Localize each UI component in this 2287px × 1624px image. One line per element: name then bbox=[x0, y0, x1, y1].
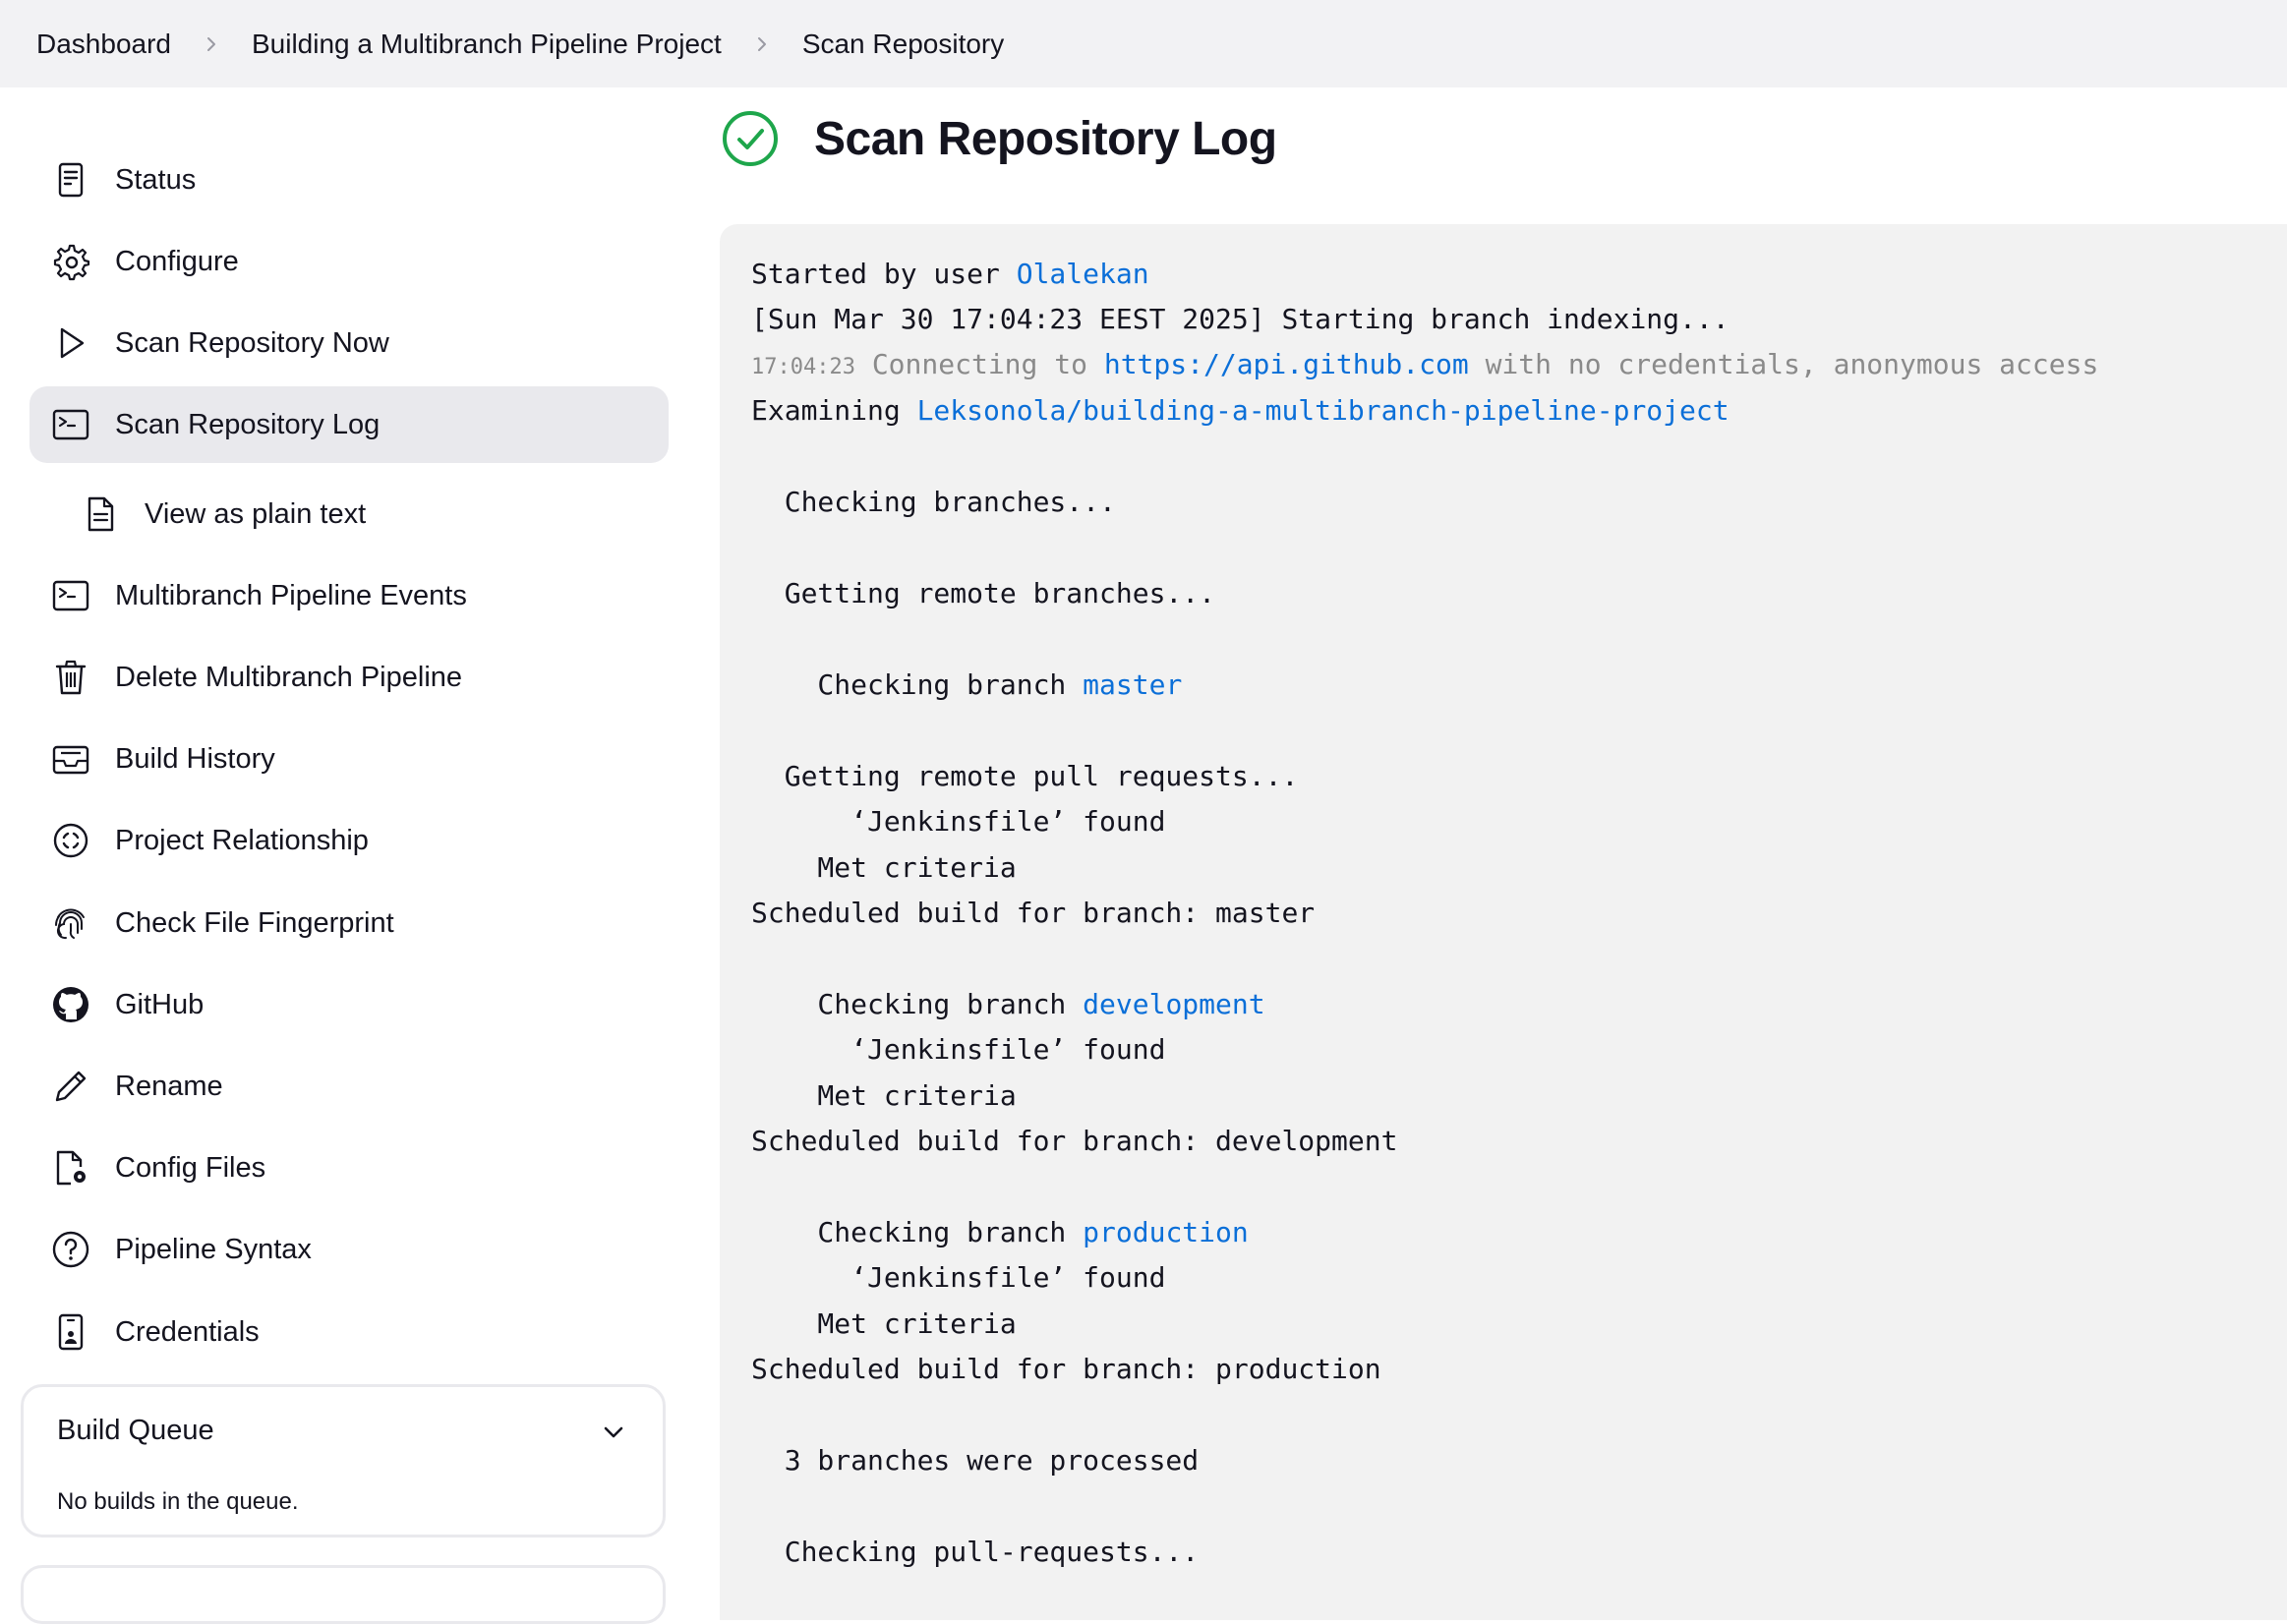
log-line: Scheduled build for branch: master bbox=[751, 897, 1316, 929]
sidebar-item-label: Pipeline Syntax bbox=[115, 1233, 312, 1265]
user-link[interactable]: Olalekan bbox=[1017, 258, 1149, 290]
trash-icon bbox=[51, 658, 90, 697]
terminal-icon bbox=[51, 576, 90, 615]
chevron-right-icon bbox=[197, 29, 226, 59]
sidebar-item-label: Scan Repository Log bbox=[115, 408, 381, 440]
log-text: Checking branch bbox=[751, 668, 1084, 701]
github-icon bbox=[51, 985, 90, 1024]
page-title: Scan Repository Log bbox=[814, 112, 1277, 165]
sidebar-item-check-file-fingerprint[interactable]: Check File Fingerprint bbox=[29, 885, 669, 961]
pencil-icon bbox=[51, 1067, 90, 1106]
sidebar-item-label: View as plain text bbox=[145, 497, 367, 530]
sidebar-item-github[interactable]: GitHub bbox=[29, 966, 669, 1043]
sidebar-item-label: Check File Fingerprint bbox=[115, 906, 394, 939]
log-text: with no credentials, anonymous access bbox=[1468, 348, 2099, 380]
log-line: Scheduled build for branch: production bbox=[751, 1353, 1381, 1385]
log-line: Checking pull-requests... bbox=[751, 1536, 1200, 1568]
branch-link-production[interactable]: production bbox=[1083, 1216, 1249, 1248]
sidebar-item-build-history[interactable]: Build History bbox=[29, 721, 669, 797]
build-queue-title: Build Queue bbox=[57, 1415, 214, 1446]
sidebar-item-scan-repository-log[interactable]: Scan Repository Log bbox=[29, 386, 669, 463]
branch-link-development[interactable]: development bbox=[1083, 988, 1264, 1020]
log-text: Checking branch bbox=[751, 988, 1084, 1020]
log-line: Met criteria bbox=[751, 1079, 1017, 1112]
log-line: 17:04:23 Connecting to https://api.githu… bbox=[751, 348, 2098, 384]
branch-link-master[interactable]: master bbox=[1083, 668, 1182, 701]
sidebar-item-label: Rename bbox=[115, 1070, 223, 1102]
sidebar-item-label: Configure bbox=[115, 245, 239, 277]
log-line: Met criteria bbox=[751, 851, 1017, 884]
sidebar-item-pipeline-syntax[interactable]: Pipeline Syntax bbox=[29, 1211, 669, 1288]
file-gear-icon bbox=[51, 1148, 90, 1188]
api-link[interactable]: https://api.github.com bbox=[1104, 348, 1469, 380]
sidebar-item-config-files[interactable]: Config Files bbox=[29, 1130, 669, 1206]
log-line: Examining Leksonola/building-a-multibran… bbox=[751, 394, 1730, 428]
log-line: Checking branch production bbox=[751, 1216, 1249, 1249]
log-line: [Sun Mar 30 17:04:23 EEST 2025] Starting… bbox=[751, 303, 1730, 335]
log-line: Checking branches... bbox=[751, 486, 1116, 518]
sidebar-item-label: Project Relationship bbox=[115, 824, 369, 856]
sidebar-item-label: Config Files bbox=[115, 1151, 266, 1184]
build-executor-card bbox=[21, 1565, 666, 1624]
sidebar-item-multibranch-pipeline-events[interactable]: Multibranch Pipeline Events bbox=[29, 557, 669, 634]
log-line: Getting remote branches... bbox=[751, 577, 1216, 609]
log-line: ‘Jenkinsfile’ found bbox=[751, 1261, 1166, 1294]
page-header: Scan Repository Log bbox=[721, 106, 1277, 171]
sidebar-item-view-plain-text[interactable]: View as plain text bbox=[29, 476, 669, 552]
help-circle-icon bbox=[51, 1230, 90, 1269]
breadcrumb-project[interactable]: Building a Multibranch Pipeline Project bbox=[252, 29, 722, 60]
sidebar-item-label: Credentials bbox=[115, 1315, 260, 1348]
log-line: Met criteria bbox=[751, 1307, 1017, 1340]
sidebar-item-label: Status bbox=[115, 163, 197, 196]
chevron-right-icon bbox=[747, 29, 777, 59]
log-line: 3 branches were processed bbox=[751, 1444, 1200, 1477]
sidebar-item-delete-multibranch-pipeline[interactable]: Delete Multibranch Pipeline bbox=[29, 639, 669, 716]
repository-link[interactable]: Leksonola/building-a-multibranch-pipelin… bbox=[917, 394, 1730, 427]
log-text: Started by user bbox=[751, 258, 1017, 290]
log-line: Checking branch master bbox=[751, 668, 1182, 702]
sidebar-item-scan-repository-now[interactable]: Scan Repository Now bbox=[29, 305, 669, 381]
build-queue-empty: No builds in the queue. bbox=[57, 1488, 299, 1515]
log-text: Checking branch bbox=[751, 1216, 1084, 1248]
log-text: Examining bbox=[751, 394, 917, 427]
breadcrumb-dashboard[interactable]: Dashboard bbox=[36, 29, 171, 60]
document-icon bbox=[51, 160, 90, 200]
gear-icon bbox=[51, 242, 90, 281]
log-timestamp: 17:04:23 bbox=[751, 355, 855, 379]
sidebar-item-label: Scan Repository Now bbox=[115, 326, 389, 359]
log-line: Checking branch development bbox=[751, 988, 1264, 1021]
sidebar: Status Configure Scan Repository Now Sca… bbox=[0, 87, 678, 1624]
sidebar-item-label: Build History bbox=[115, 742, 275, 775]
terminal-icon bbox=[51, 405, 90, 444]
log-text: Connecting to bbox=[854, 348, 1104, 380]
log-line: ‘Jenkinsfile’ found bbox=[751, 1033, 1166, 1066]
sidebar-item-status[interactable]: Status bbox=[29, 142, 669, 218]
breadcrumb-scan-repository[interactable]: Scan Repository bbox=[802, 29, 1004, 60]
credentials-icon bbox=[51, 1312, 90, 1352]
chevron-down-icon[interactable] bbox=[598, 1417, 629, 1448]
success-check-icon bbox=[721, 109, 780, 168]
inbox-icon bbox=[51, 739, 90, 779]
sidebar-item-credentials[interactable]: Credentials bbox=[29, 1294, 669, 1370]
fingerprint-icon bbox=[51, 903, 90, 943]
sidebar-item-rename[interactable]: Rename bbox=[29, 1048, 669, 1125]
log-line: Getting remote pull requests... bbox=[751, 760, 1299, 792]
sidebar-item-label: Multibranch Pipeline Events bbox=[115, 579, 467, 611]
sidebar-item-configure[interactable]: Configure bbox=[29, 223, 669, 300]
sidebar-item-label: GitHub bbox=[115, 988, 205, 1020]
file-text-icon bbox=[81, 494, 120, 534]
breadcrumb: Dashboard Building a Multibranch Pipelin… bbox=[0, 0, 2287, 87]
console-output: Started by user Olalekan [Sun Mar 30 17:… bbox=[720, 224, 2287, 1620]
log-line: Started by user Olalekan bbox=[751, 258, 1149, 291]
sidebar-item-project-relationship[interactable]: Project Relationship bbox=[29, 802, 669, 879]
log-line: ‘Jenkinsfile’ found bbox=[751, 805, 1166, 838]
sidebar-item-label: Delete Multibranch Pipeline bbox=[115, 661, 463, 693]
play-icon bbox=[51, 323, 90, 363]
build-queue-card: Build Queue No builds in the queue. bbox=[21, 1384, 666, 1537]
log-line: Scheduled build for branch: development bbox=[751, 1125, 1398, 1157]
relationship-icon bbox=[51, 821, 90, 860]
